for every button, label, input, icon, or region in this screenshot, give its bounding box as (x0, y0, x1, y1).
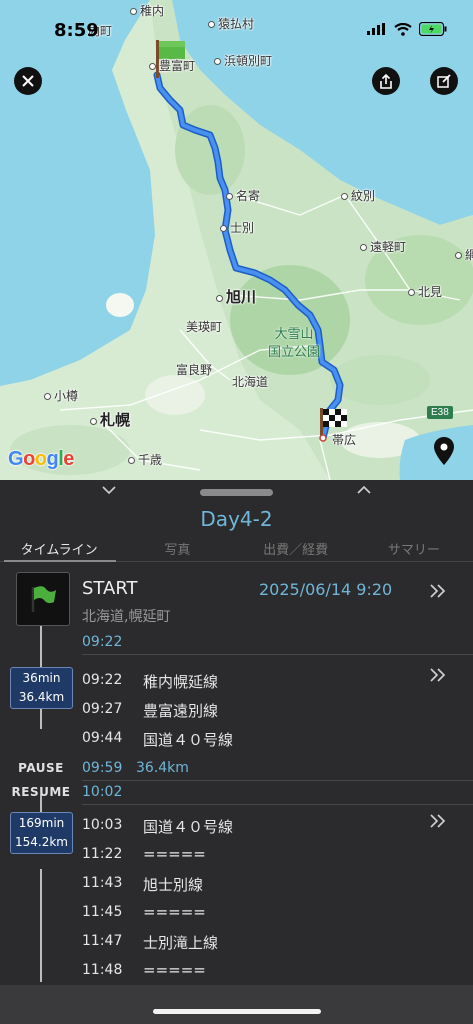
close-icon (22, 75, 34, 87)
start-location: 北海道,幌延町 (82, 609, 171, 625)
chevron-right-icon[interactable] (430, 584, 446, 598)
entry-road: 旭士別線 (143, 876, 204, 894)
place-engaru: 遠軽町 (360, 238, 406, 255)
start-label: START (82, 578, 138, 599)
place-monbetsu: 紋別 (341, 187, 375, 204)
entry-road: 士別滝上線 (143, 934, 219, 952)
home-indicator[interactable] (153, 1009, 321, 1014)
start-datetime: 2025/06/14 9:20 (259, 580, 393, 599)
pause-time: 09:59 (82, 760, 123, 776)
entry-time: 11:48 (82, 962, 123, 978)
entry-time: 10:03 (82, 817, 123, 833)
entry-road: 豊富遠別線 (143, 702, 219, 720)
start-time: 09:22 (82, 634, 123, 650)
bottom-bar (0, 985, 473, 1024)
entry-time: 09:22 (82, 672, 123, 688)
tab-photos[interactable]: 写真 (118, 538, 236, 561)
entry-time: 11:45 (82, 904, 123, 920)
road-badge: E38 (427, 406, 453, 419)
status-time: 8:59 (54, 20, 99, 41)
segment-distance: 36.4km (18, 690, 65, 704)
share-icon (380, 73, 392, 89)
location-pin-icon[interactable] (433, 436, 455, 466)
place-sapporo: 札幌 (90, 409, 130, 430)
place-shibetsu: 士別 (220, 219, 254, 236)
tab-timeline[interactable]: タイムライン (0, 538, 118, 562)
close-button[interactable] (14, 67, 42, 95)
chevron-up-icon[interactable] (357, 485, 371, 495)
edit-button[interactable] (430, 67, 458, 95)
segment-duration: 36min (22, 671, 61, 685)
bottom-sheet: Day4-2 タイムライン 写真 出費／経費 サマリー START 2025/0… (0, 480, 473, 1024)
resume-label: RESUME (11, 785, 71, 799)
sheet-handle-row (0, 480, 473, 506)
chevron-right-icon[interactable] (430, 814, 446, 828)
wifi-icon (394, 22, 412, 36)
tab-summary[interactable]: サマリー (355, 538, 473, 561)
place-biei: 美瑛町 (186, 320, 223, 334)
route-map[interactable]: 稚内 内町 猿払村 豊富町 浜頓別町 名寄 士別 紋別 遠軽町 網 旭川 北見 … (0, 0, 473, 480)
segment-duration: 169min (18, 816, 65, 830)
place-asahikawa: 旭川 (216, 286, 256, 307)
entry-road: ===== (143, 845, 206, 863)
start-flag-button[interactable] (16, 572, 70, 626)
entry-time: 09:44 (82, 730, 123, 746)
entry-time: 11:43 (82, 875, 123, 891)
pause-distance: 36.4km (136, 760, 189, 776)
status-icons (367, 22, 447, 36)
place-otaru: 小樽 (44, 387, 78, 404)
place-chitose: 千歳 (128, 451, 162, 468)
share-button[interactable] (372, 67, 400, 95)
entry-road: 稚内幌延線 (143, 673, 219, 691)
segment-badge: 169min 154.2km (10, 812, 73, 854)
place-toyotomi: 豊富町 (149, 57, 195, 74)
place-furano: 富良野 (176, 363, 213, 377)
entry-road: ===== (143, 961, 206, 979)
segment-badge: 36min 36.4km (10, 667, 73, 709)
place-kitami: 北見 (408, 283, 442, 300)
timeline: START 2025/06/14 9:20 北海道,幌延町 09:22 36mi… (0, 562, 473, 982)
pause-label: PAUSE (18, 761, 64, 775)
tab-bar: タイムライン 写真 出費／経費 サマリー (0, 538, 473, 562)
edit-icon (437, 74, 451, 88)
page-title: Day4-2 (200, 507, 273, 531)
entry-road: ===== (143, 903, 206, 921)
battery-icon (419, 22, 447, 36)
tab-expenses[interactable]: 出費／経費 (237, 538, 355, 561)
place-sarufutsu: 猿払村 (208, 15, 254, 32)
divider (82, 654, 473, 655)
resume-time: 10:02 (82, 784, 123, 800)
entry-time: 11:22 (82, 846, 123, 862)
segment-distance: 154.2km (15, 835, 68, 849)
green-flag-icon (31, 586, 56, 612)
entry-road: 国道４０号線 (143, 818, 234, 836)
place-hokkaido: 北海道 (232, 375, 269, 389)
place-nayoro: 名寄 (226, 187, 260, 204)
signal-icon (367, 23, 385, 35)
entry-time: 11:47 (82, 933, 123, 949)
google-logo: Google (8, 448, 74, 470)
timeline-line (40, 869, 42, 982)
place-taisetsu-park: 大雪山 国立公園 (268, 327, 321, 360)
chevron-down-icon[interactable] (102, 485, 116, 495)
chevron-right-icon[interactable] (430, 668, 446, 682)
divider (82, 780, 473, 781)
sheet-drag-handle[interactable] (200, 489, 273, 496)
entry-time: 09:27 (82, 701, 123, 717)
place-wakkanai: 稚内 (130, 2, 164, 19)
place-hamatonbetsu: 浜頓別町 (214, 52, 272, 69)
place-obihiro: 帯広 (332, 433, 357, 447)
entry-road: 国道４０号線 (143, 731, 234, 749)
place-edge-right: 網 (455, 246, 473, 263)
divider (82, 804, 473, 805)
